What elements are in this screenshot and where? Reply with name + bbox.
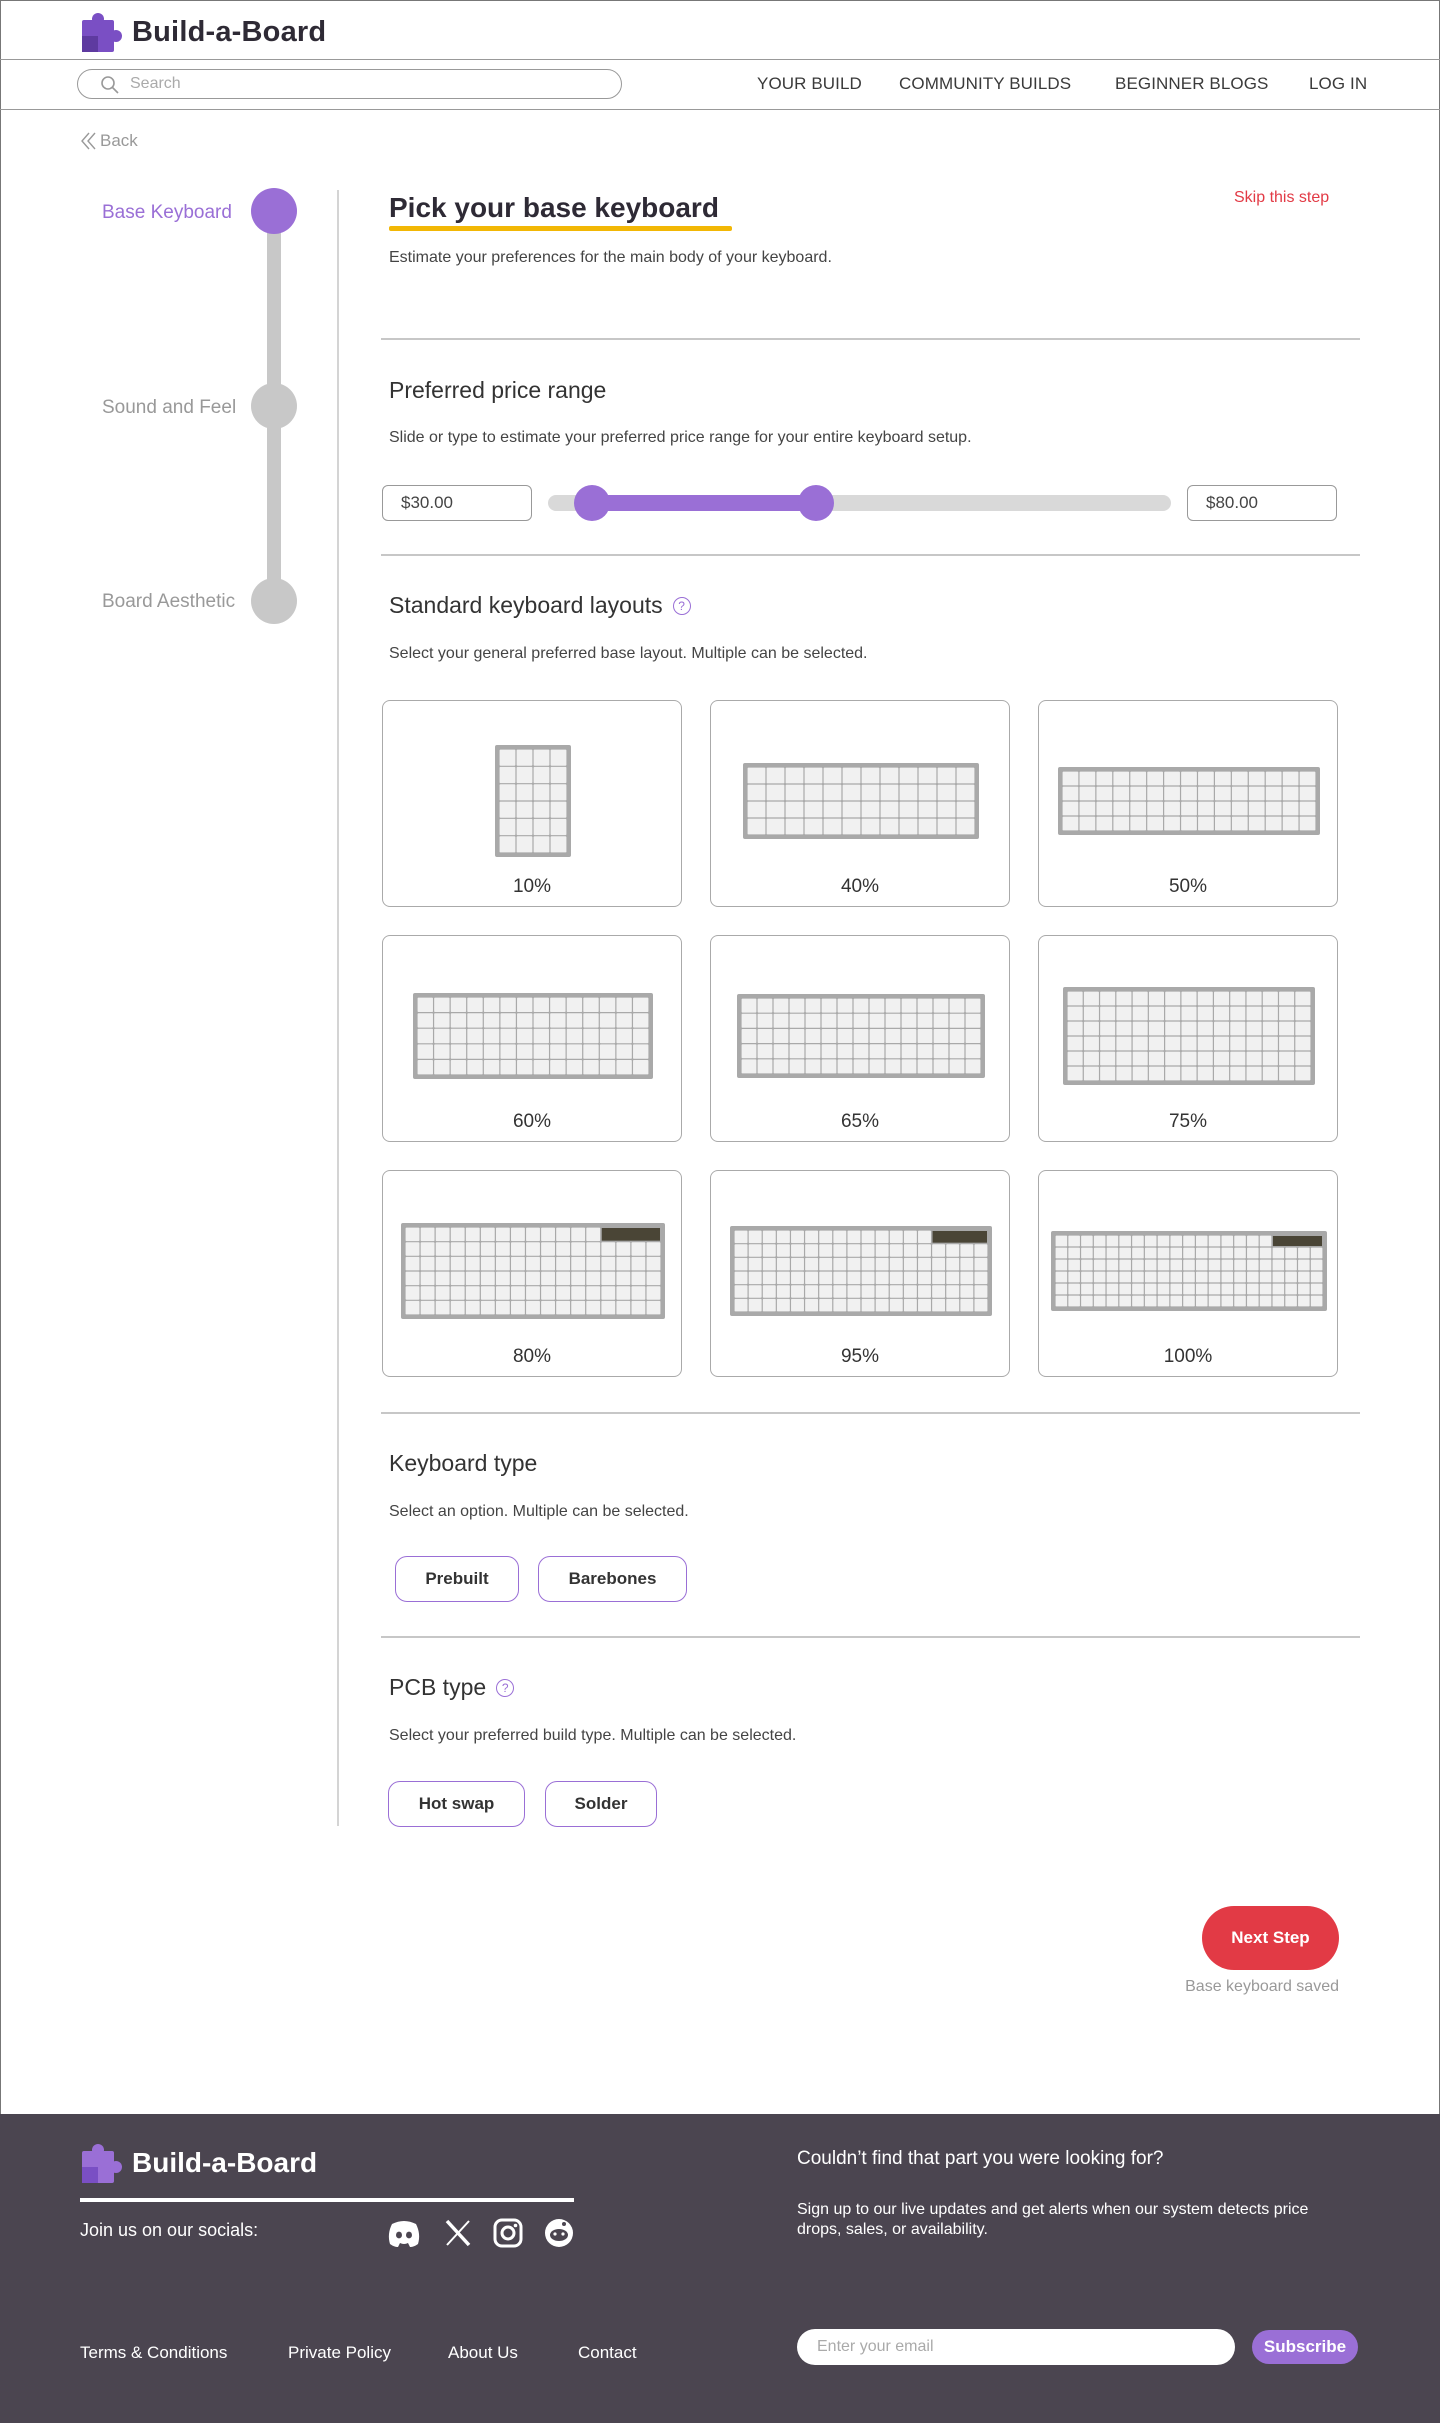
min-price-input[interactable] xyxy=(382,485,532,521)
max-price-handle[interactable] xyxy=(797,485,834,521)
discord-icon[interactable] xyxy=(387,2218,421,2248)
layout-card-label: 95% xyxy=(840,1346,880,1367)
footer-cta-text: Sign up to our live updates and get aler… xyxy=(797,2201,1309,2238)
pcb-type-title-text: PCB type xyxy=(389,1674,487,1700)
footer-link-contact[interactable]: Contact xyxy=(578,2343,637,2363)
back-link[interactable]: Back xyxy=(80,131,138,151)
title-underline xyxy=(389,226,732,231)
layout-card-label: 65% xyxy=(840,1111,880,1132)
layout-card[interactable]: 80% xyxy=(382,1170,682,1377)
search-icon xyxy=(101,76,119,94)
back-label: Back xyxy=(100,131,138,150)
keyboard-type-title: Keyboard type xyxy=(389,1450,538,1476)
footer-link-privacy[interactable]: Private Policy xyxy=(288,2343,391,2363)
pcb-type-title: PCB type? xyxy=(389,1674,515,1701)
layout-card[interactable]: 50% xyxy=(1038,700,1338,907)
keyboard-layout-image xyxy=(495,745,571,857)
step-dot-sound-and-feel[interactable] xyxy=(251,383,297,429)
footer-brand-logo[interactable]: Build-a-Board xyxy=(80,2141,317,2185)
footer: Build-a-Board Join us on our socials: Co… xyxy=(0,2114,1440,2423)
option-hot-swap[interactable]: Hot swap xyxy=(388,1781,525,1827)
puzzle-logo-icon xyxy=(82,13,122,52)
help-icon[interactable]: ? xyxy=(496,1679,515,1697)
brand-name: Build-a-Board xyxy=(132,15,327,48)
nav-your-build[interactable]: YOUR BUILD xyxy=(757,74,862,94)
option-barebones[interactable]: Barebones xyxy=(538,1556,687,1602)
reddit-icon[interactable] xyxy=(542,2218,576,2248)
keyboard-layout-image xyxy=(413,993,653,1079)
layout-card[interactable]: 95% xyxy=(710,1170,1010,1377)
footer-cta-heading: Couldn’t find that part you were looking… xyxy=(797,2148,1164,2169)
layout-card-label: 100% xyxy=(1163,1346,1213,1367)
divider xyxy=(381,554,1360,556)
layout-card-label: 50% xyxy=(1168,876,1208,897)
layout-card-label: 75% xyxy=(1168,1111,1208,1132)
layout-card-label: 10% xyxy=(512,876,552,897)
layout-card[interactable]: 60% xyxy=(382,935,682,1142)
layouts-title: Standard keyboard layouts? xyxy=(389,592,691,619)
top-header: Build-a-Board xyxy=(0,0,1440,60)
footer-link-about[interactable]: About Us xyxy=(448,2343,518,2363)
footer-underline xyxy=(80,2198,574,2202)
layout-card-label: 60% xyxy=(512,1111,552,1132)
next-step-button[interactable]: Next Step xyxy=(1202,1906,1339,1970)
instagram-icon[interactable] xyxy=(491,2218,525,2248)
layouts-description: Select your general preferred base layou… xyxy=(389,645,868,662)
divider xyxy=(381,1636,1360,1638)
pcb-type-description: Select your preferred build type. Multip… xyxy=(389,1727,797,1744)
socials-label: Join us on our socials: xyxy=(80,2220,259,2240)
option-solder[interactable]: Solder xyxy=(545,1781,657,1827)
layout-card-label: 80% xyxy=(512,1346,552,1367)
x-icon[interactable] xyxy=(441,2218,475,2248)
vertical-divider xyxy=(337,190,339,1826)
footer-link-terms[interactable]: Terms & Conditions xyxy=(80,2343,227,2363)
layout-card[interactable]: 75% xyxy=(1038,935,1338,1142)
email-input[interactable] xyxy=(797,2329,1235,2365)
search-input[interactable] xyxy=(130,74,600,94)
step-label-base-keyboard[interactable]: Base Keyboard xyxy=(102,202,232,224)
page-subtitle: Estimate your preferences for the main b… xyxy=(389,249,832,266)
keyboard-layout-image xyxy=(1058,767,1320,835)
puzzle-logo-icon xyxy=(82,2144,122,2183)
nav-bar: YOUR BUILD COMMUNITY BUILDS BEGINNER BLO… xyxy=(0,60,1440,110)
keyboard-layout-image xyxy=(730,1226,992,1316)
nav-beginner-blogs[interactable]: BEGINNER BLOGS xyxy=(1115,74,1269,94)
step-label-board-aesthetic[interactable]: Board Aesthetic xyxy=(102,591,235,613)
step-dot-base-keyboard[interactable] xyxy=(251,188,297,234)
keyboard-layout-image xyxy=(737,994,985,1078)
save-status: Base keyboard saved xyxy=(1185,1978,1339,1995)
subscribe-button[interactable]: Subscribe xyxy=(1252,2330,1358,2364)
divider xyxy=(381,338,1360,340)
min-price-handle[interactable] xyxy=(573,485,610,521)
page-title: Pick your base keyboard xyxy=(389,192,719,223)
footer-brand-name: Build-a-Board xyxy=(132,2147,318,2178)
max-price-input[interactable] xyxy=(1187,485,1337,521)
option-prebuilt[interactable]: Prebuilt xyxy=(395,1556,519,1602)
skip-step-link[interactable]: Skip this step xyxy=(1234,189,1329,207)
nav-community-builds[interactable]: COMMUNITY BUILDS xyxy=(899,74,1071,94)
price-description: Slide or type to estimate your preferred… xyxy=(389,429,972,446)
layout-card[interactable]: 10% xyxy=(382,700,682,907)
keyboard-layout-image xyxy=(1063,987,1315,1085)
step-label-sound-and-feel[interactable]: Sound and Feel xyxy=(102,397,236,419)
double-chevron-left-icon xyxy=(81,132,96,150)
layout-card[interactable]: 100% xyxy=(1038,1170,1338,1377)
price-title: Preferred price range xyxy=(389,377,607,403)
brand-logo[interactable]: Build-a-Board xyxy=(80,10,326,54)
layouts-title-text: Standard keyboard layouts xyxy=(389,592,663,618)
layout-card[interactable]: 40% xyxy=(710,700,1010,907)
help-icon[interactable]: ? xyxy=(672,597,691,615)
keyboard-layout-image xyxy=(743,763,979,839)
keyboard-type-description: Select an option. Multiple can be select… xyxy=(389,1503,689,1520)
step-dot-board-aesthetic[interactable] xyxy=(251,578,297,624)
keyboard-layout-image xyxy=(1051,1231,1327,1311)
keyboard-layout-image xyxy=(401,1223,665,1319)
nav-log-in[interactable]: LOG IN xyxy=(1309,74,1367,94)
search-box[interactable] xyxy=(77,69,622,99)
price-slider-range xyxy=(591,495,816,511)
divider xyxy=(381,1412,1360,1414)
layout-card-label: 40% xyxy=(840,876,880,897)
layout-card[interactable]: 65% xyxy=(710,935,1010,1142)
